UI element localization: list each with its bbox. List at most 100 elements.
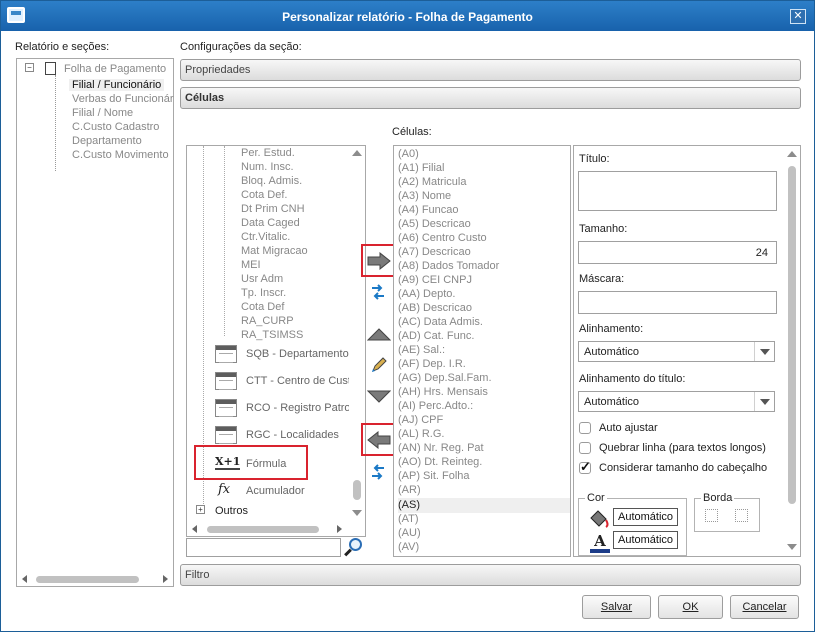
move-all-right-icon[interactable] xyxy=(371,283,385,301)
table-ctt[interactable]: CTT - Centro de Custo xyxy=(215,372,349,394)
border-none-icon[interactable] xyxy=(705,509,718,522)
move-up-icon[interactable] xyxy=(367,328,391,341)
tree-item-ccusto-cadastro[interactable]: C.Custo Cadastro xyxy=(72,121,159,133)
field-cota-def-2[interactable]: Cota Def xyxy=(241,301,284,313)
cell-an[interactable]: (AN) Nr. Reg. Pat xyxy=(398,442,570,454)
tree-item-filial-funcionario[interactable]: Filial / Funcionário xyxy=(69,79,165,91)
cell-a8[interactable]: (A8) Dados Tomador xyxy=(398,260,570,272)
cell-aj[interactable]: (AJ) CPF xyxy=(398,414,570,426)
move-down-icon[interactable] xyxy=(367,390,391,403)
cell-aa[interactable]: (AA) Depto. xyxy=(398,288,570,300)
scroll-right-icon[interactable] xyxy=(337,525,342,533)
cell-a7[interactable]: (A7) Descricao xyxy=(398,246,570,258)
tree-horizontal-scrollbar[interactable] xyxy=(17,572,173,586)
cell-au[interactable]: (AU) xyxy=(398,527,570,539)
fields-horizontal-scrollbar[interactable] xyxy=(187,522,350,536)
cell-av[interactable]: (AV) xyxy=(398,541,570,553)
field-usr-adm[interactable]: Usr Adm xyxy=(241,273,283,285)
wrap-checkbox[interactable] xyxy=(579,442,591,454)
cell-af[interactable]: (AF) Dep. I.R. xyxy=(398,358,570,370)
field-ctr-vitalic[interactable]: Ctr.Vitalic. xyxy=(241,231,290,243)
move-all-left-icon[interactable] xyxy=(371,463,385,481)
collapse-icon[interactable]: − xyxy=(25,63,34,72)
alignment-select[interactable]: Automático xyxy=(578,341,775,362)
field-cota-def[interactable]: Cota Def. xyxy=(241,189,287,201)
search-icon[interactable] xyxy=(343,536,365,558)
field-ra-curp[interactable]: RA_CURP xyxy=(241,315,294,327)
cell-a5[interactable]: (A5) Descricao xyxy=(398,218,570,230)
move-left-arrow-icon[interactable] xyxy=(367,431,391,449)
cells-section-bar[interactable]: Células xyxy=(180,87,801,109)
scroll-down-icon[interactable] xyxy=(352,510,362,516)
sections-tree[interactable]: − Folha de Pagamento Filial / Funcionári… xyxy=(16,58,174,587)
background-color-button[interactable]: Automático xyxy=(613,508,679,526)
tree-item-folha[interactable]: Folha de Pagamento xyxy=(64,63,166,75)
title-input[interactable] xyxy=(578,171,777,211)
title-alignment-select[interactable]: Automático xyxy=(578,391,775,412)
cell-ab[interactable]: (AB) Descricao xyxy=(398,302,570,314)
text-color-button[interactable]: Automático xyxy=(613,531,679,549)
scroll-left-icon[interactable] xyxy=(22,575,27,583)
chevron-down-icon[interactable] xyxy=(754,392,774,411)
cancel-button[interactable]: Cancelar xyxy=(730,595,799,619)
fields-vertical-scrollbar[interactable] xyxy=(350,146,364,522)
scroll-thumb[interactable] xyxy=(36,576,139,583)
mask-input[interactable] xyxy=(578,291,777,314)
field-per-estud[interactable]: Per. Estud. xyxy=(241,147,295,159)
cell-a2[interactable]: (A2) Matricula xyxy=(398,176,570,188)
cell-al[interactable]: (AL) R.G. xyxy=(398,428,570,440)
text-color-icon[interactable]: A xyxy=(590,533,610,553)
scroll-left-icon[interactable] xyxy=(192,525,197,533)
scroll-thumb[interactable] xyxy=(353,480,361,500)
cell-a1[interactable]: (A1) Filial xyxy=(398,162,570,174)
ok-button[interactable]: OK xyxy=(658,595,723,619)
paint-bucket-icon[interactable] xyxy=(588,509,610,531)
field-mei[interactable]: MEI xyxy=(241,259,261,271)
accumulator-item[interactable]: fx Acumulador xyxy=(215,482,315,505)
cell-a0[interactable]: (A0) xyxy=(398,148,570,160)
field-dt-prim-cnh[interactable]: Dt Prim CNH xyxy=(241,203,305,215)
properties-section-bar[interactable]: Propriedades xyxy=(180,59,801,81)
cell-ap[interactable]: (AP) Sit. Folha xyxy=(398,470,570,482)
scroll-up-icon[interactable] xyxy=(787,151,797,157)
cell-at[interactable]: (AT) xyxy=(398,513,570,525)
cell-a6[interactable]: (A6) Centro Custo xyxy=(398,232,570,244)
field-ra-tsimss[interactable]: RA_TSIMSS xyxy=(241,329,303,341)
cell-ac[interactable]: (AC) Data Admis. xyxy=(398,316,570,328)
tree-item-ccusto-movimento[interactable]: C.Custo Movimento xyxy=(72,149,169,161)
close-icon[interactable]: ✕ xyxy=(790,9,806,24)
cell-ad[interactable]: (AD) Cat. Func. xyxy=(398,330,570,342)
expand-icon[interactable]: + xyxy=(196,505,205,514)
properties-vertical-scrollbar[interactable] xyxy=(785,146,799,556)
scroll-thumb[interactable] xyxy=(207,526,319,533)
field-search-input[interactable] xyxy=(186,538,341,557)
edit-pencil-icon[interactable] xyxy=(371,357,387,373)
save-button[interactable]: Salvar xyxy=(582,595,651,619)
auto-adjust-checkbox[interactable] xyxy=(579,422,591,434)
scroll-up-icon[interactable] xyxy=(352,150,362,156)
scroll-down-icon[interactable] xyxy=(787,544,797,550)
table-rco[interactable]: RCO - Registro Patronal xyxy=(215,399,349,421)
field-num-insc[interactable]: Num. Insc. xyxy=(241,161,294,173)
tree-item-departamento[interactable]: Departamento xyxy=(72,135,142,147)
scroll-thumb[interactable] xyxy=(788,166,796,504)
cell-as[interactable]: (AS) xyxy=(398,498,570,513)
cell-a4[interactable]: (A4) Funcao xyxy=(398,204,570,216)
field-tp-inscr[interactable]: Tp. Inscr. xyxy=(241,287,286,299)
chevron-down-icon[interactable] xyxy=(754,342,774,361)
size-input[interactable]: 24 xyxy=(578,241,777,264)
others-node[interactable]: Outros xyxy=(215,505,248,517)
cell-ag[interactable]: (AG) Dep.Sal.Fam. xyxy=(398,372,570,384)
border-all-icon[interactable] xyxy=(735,509,748,522)
tree-item-filial-nome[interactable]: Filial / Nome xyxy=(72,107,133,119)
scroll-right-icon[interactable] xyxy=(163,575,168,583)
table-sqb[interactable]: SQB - Departamento xyxy=(215,345,349,367)
cell-a3[interactable]: (A3) Nome xyxy=(398,190,570,202)
field-data-caged[interactable]: Data Caged xyxy=(241,217,300,229)
cell-ah[interactable]: (AH) Hrs. Mensais xyxy=(398,386,570,398)
header-size-checkbox[interactable] xyxy=(579,459,591,475)
move-right-arrow-icon[interactable] xyxy=(367,252,391,270)
cell-ao[interactable]: (AO) Dt. Reinteg. xyxy=(398,456,570,468)
field-bloq-admis[interactable]: Bloq. Admis. xyxy=(241,175,302,187)
cell-ar[interactable]: (AR) xyxy=(398,484,570,496)
